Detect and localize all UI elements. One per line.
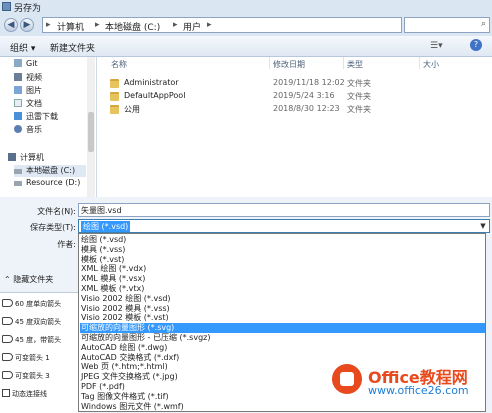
column-header-date[interactable]: 修改日期	[273, 59, 305, 70]
organize-button[interactable]: 组织 ▾	[10, 41, 35, 54]
nav-item-git[interactable]: Git	[14, 59, 38, 71]
hide-folders-toggle[interactable]: ⌃ 隐藏文件夹	[4, 274, 53, 285]
dropdown-option[interactable]: AutoCAD 绘图 (*.dwg)	[80, 343, 485, 353]
file-type: 文件夹	[347, 105, 371, 114]
table-row[interactable]: DefaultAppPool 2019/5/24 3:16 文件夹	[97, 90, 492, 103]
search-icon[interactable]: ⌕	[481, 19, 486, 29]
navigation-pane: Git 视频 图片 文档 迅雷下载 音乐 计算机 本地磁盘 (C:) Resou…	[0, 57, 97, 197]
folder-icon	[110, 92, 119, 101]
back-button[interactable]: ◀	[4, 18, 18, 32]
dropdown-option[interactable]: 模具 (*.vss)	[80, 245, 485, 255]
breadcrumb-drive-c[interactable]: 本地磁盘 (C:)	[105, 20, 160, 33]
stencil-item[interactable]: 45 度双向箭头	[2, 317, 61, 327]
stencil-item[interactable]: 可变箭头 1	[2, 353, 50, 363]
stencil-item[interactable]: 45 度，带箭头	[2, 335, 61, 345]
search-input[interactable]: ⌕	[404, 17, 490, 33]
nav-item-music[interactable]: 音乐	[14, 124, 42, 136]
file-date: 2018/8/30 12:23	[273, 104, 340, 113]
file-name: 公用	[124, 105, 140, 114]
nav-item-drive-c[interactable]: 本地磁盘 (C:)	[14, 165, 86, 177]
breadcrumb-separator: ▸	[207, 20, 212, 30]
breadcrumb-computer[interactable]: 计算机	[57, 20, 84, 33]
help-icon[interactable]: ?	[470, 39, 482, 51]
nav-item-documents[interactable]: 文档	[14, 98, 42, 110]
arrow-shape-icon	[2, 353, 13, 361]
arrow-shape-icon	[2, 317, 13, 325]
drive-icon	[14, 181, 22, 186]
filename-input[interactable]: 矢量图.vsd	[78, 203, 490, 217]
chevron-down-icon[interactable]: ▼	[477, 220, 489, 232]
nav-item-computer[interactable]: 计算机	[8, 152, 44, 164]
file-name: Administrator	[124, 78, 179, 87]
filetype-select[interactable]: 绘图 (*.vsd) ▼	[78, 219, 490, 233]
drive-icon	[14, 169, 22, 174]
filetype-label: 保存类型(T):	[30, 223, 76, 232]
document-icon	[14, 99, 22, 107]
arrow-shape-icon	[2, 371, 13, 379]
file-list: 名称 修改日期 类型 大小 Administrator 2019/11/18 1…	[97, 57, 492, 197]
file-name: DefaultAppPool	[124, 91, 186, 100]
address-bar[interactable]: ▸ 计算机 ▸ 本地磁盘 (C:) ▸ 用户 ▸	[42, 17, 402, 33]
picture-icon	[14, 86, 22, 94]
author-label: 作者:	[57, 240, 76, 249]
new-folder-button[interactable]: 新建文件夹	[50, 41, 95, 54]
watermark-url: www.office26.com	[368, 384, 469, 397]
window-title: 另存为	[14, 4, 42, 14]
office-logo-icon	[332, 364, 362, 394]
dropdown-option[interactable]: Visio 2002 绘图 (*.vsd)	[80, 294, 485, 304]
folder-icon	[110, 105, 119, 114]
nav-item-drive-d[interactable]: Resource (D:)	[14, 178, 80, 190]
dropdown-option[interactable]: 绘图 (*.vsd)	[80, 235, 485, 245]
connector-icon	[2, 389, 10, 397]
breadcrumb-separator: ▸	[95, 20, 100, 30]
computer-icon	[8, 153, 16, 161]
dropdown-option[interactable]: XML 模板 (*.vtx)	[80, 284, 485, 294]
breadcrumb-separator: ▸	[46, 20, 51, 30]
file-date: 2019/11/18 12:02	[273, 78, 345, 87]
toolbar: 组织 ▾ 新建文件夹 ☰▾ ?	[0, 36, 492, 57]
stencil-item[interactable]: 60 度单向箭头	[2, 299, 61, 309]
git-icon	[14, 59, 22, 67]
nav-item-downloads[interactable]: 迅雷下载	[14, 111, 58, 123]
nav-item-videos[interactable]: 视频	[14, 72, 42, 84]
view-icon[interactable]: ☰▾	[430, 41, 443, 51]
nav-item-pictures[interactable]: 图片	[14, 85, 42, 97]
stencil-item[interactable]: 动态连接线	[2, 389, 47, 399]
arrow-shape-icon	[2, 299, 13, 307]
column-header-type[interactable]: 类型	[347, 59, 363, 70]
dropdown-option[interactable]: 可缩放的向量图形 - 已压缩 (*.svgz)	[80, 333, 485, 343]
folder-icon	[110, 79, 119, 88]
file-date: 2019/5/24 3:16	[273, 91, 335, 100]
dropdown-option[interactable]: Windows 图元文件 (*.wmf)	[80, 402, 485, 412]
table-row[interactable]: Administrator 2019/11/18 12:02 文件夹	[97, 77, 492, 90]
app-icon	[2, 2, 11, 11]
music-icon	[14, 125, 22, 133]
filename-value: 矢量图.vsd	[81, 206, 122, 215]
file-type: 文件夹	[347, 79, 371, 88]
table-row[interactable]: 公用 2018/8/30 12:23 文件夹	[97, 103, 492, 116]
breadcrumb-users[interactable]: 用户	[183, 20, 201, 33]
video-icon	[14, 73, 22, 81]
dropdown-option[interactable]: Visio 2002 模板 (*.vst)	[80, 313, 485, 323]
column-header-size[interactable]: 大小	[423, 59, 439, 70]
stencil-panel: 60 度单向箭头 45 度双向箭头 45 度，带箭头 可变箭头 1 可变箭头 3…	[0, 292, 78, 413]
dropdown-option[interactable]: 可缩放的向量图形 (*.svg)	[80, 323, 485, 334]
stencil-item[interactable]: 可变箭头 3	[2, 371, 50, 381]
filename-label: 文件名(N):	[37, 207, 76, 216]
chevron-up-icon: ⌃	[4, 275, 11, 284]
file-type: 文件夹	[347, 92, 371, 101]
nav-scrollbar-thumb[interactable]	[88, 112, 94, 152]
forward-button[interactable]: ▶	[20, 18, 34, 32]
title-bar: 另存为	[0, 0, 492, 14]
arrow-shape-icon	[2, 335, 13, 343]
dropdown-option[interactable]: AutoCAD 交换格式 (*.dxf)	[80, 353, 485, 363]
dropdown-option[interactable]: XML 绘图 (*.vdx)	[80, 264, 485, 274]
filetype-value: 绘图 (*.vsd)	[81, 221, 131, 232]
download-icon	[14, 112, 22, 120]
dropdown-option[interactable]: XML 模具 (*.vsx)	[80, 274, 485, 284]
breadcrumb-separator: ▸	[173, 20, 178, 30]
column-header-name[interactable]: 名称	[111, 59, 127, 70]
